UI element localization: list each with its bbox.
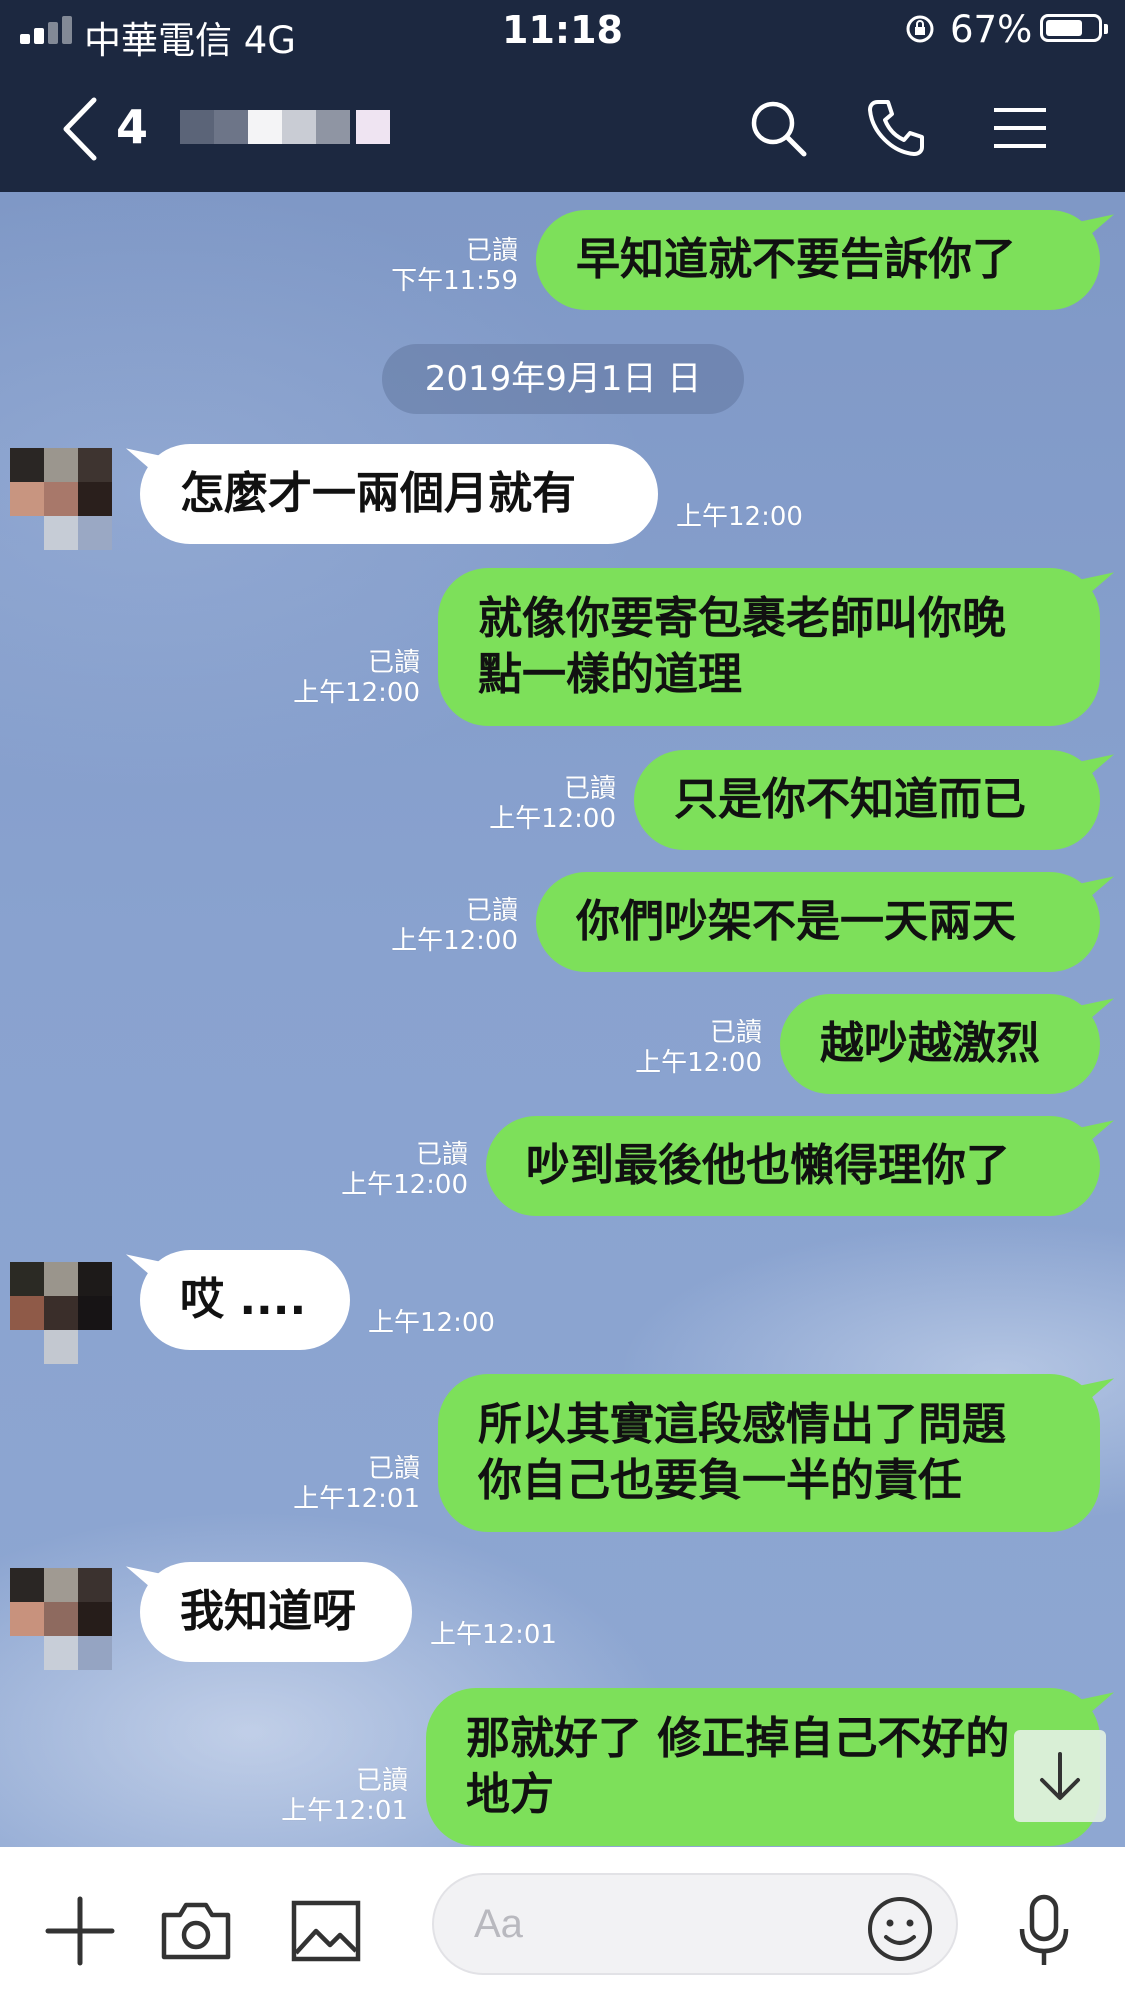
read-receipt: 已讀 bbox=[355, 1766, 408, 1796]
back-icon[interactable] bbox=[56, 94, 106, 164]
read-receipt: 已讀 bbox=[415, 1140, 468, 1170]
message-time: 上午12:00 bbox=[676, 502, 803, 532]
read-receipt: 已讀 bbox=[367, 648, 420, 678]
scroll-to-bottom-button[interactable] bbox=[1014, 1730, 1106, 1822]
read-receipt: 已讀 bbox=[563, 774, 616, 804]
date-separator: 2019年9月1日 日 bbox=[382, 344, 744, 414]
camera-icon[interactable] bbox=[156, 1891, 236, 1971]
message-meta: 已讀 上午12:01 bbox=[268, 1454, 420, 1514]
battery-icon bbox=[1040, 14, 1108, 42]
scroll-down-icon bbox=[1040, 1752, 1080, 1800]
message-meta: 已讀 上午12:01 bbox=[256, 1766, 408, 1826]
avatar[interactable] bbox=[10, 1262, 112, 1364]
message-bubble-outgoing[interactable]: 那就好了 修正掉自己不好的 地方 bbox=[426, 1688, 1100, 1846]
plus-icon[interactable] bbox=[40, 1891, 120, 1971]
message-bubble-incoming[interactable]: 哎 .... bbox=[140, 1250, 350, 1350]
message-meta: 已讀 下午11:59 bbox=[370, 236, 518, 296]
unread-count[interactable]: 4 bbox=[116, 100, 148, 154]
message-time: 上午12:00 bbox=[391, 926, 518, 956]
contact-name-censored bbox=[180, 110, 390, 144]
chat-area[interactable]: 已讀 下午11:59 早知道就不要告訴你了 2019年9月1日 日 怎麼才一兩個… bbox=[0, 192, 1125, 1847]
message-bubble-outgoing[interactable]: 只是你不知道而已 bbox=[634, 750, 1100, 850]
search-icon[interactable] bbox=[746, 96, 810, 160]
message-bubble-outgoing[interactable]: 吵到最後他也懶得理你了 bbox=[486, 1116, 1100, 1216]
message-bubble-outgoing[interactable]: 就像你要寄包裹老師叫你晚 點一樣的道理 bbox=[438, 568, 1100, 726]
message-bubble-outgoing[interactable]: 所以其實這段感情出了問題 你自己也要負一半的責任 bbox=[438, 1374, 1100, 1532]
read-receipt: 已讀 bbox=[465, 236, 518, 266]
message-time: 上午12:00 bbox=[635, 1048, 762, 1078]
menu-icon[interactable] bbox=[988, 96, 1052, 160]
read-receipt: 已讀 bbox=[709, 1018, 762, 1048]
message-bubble-outgoing[interactable]: 你們吵架不是一天兩天 bbox=[536, 872, 1100, 972]
message-meta: 已讀 上午12:00 bbox=[610, 1018, 762, 1078]
message-meta: 已讀 上午12:00 bbox=[464, 774, 616, 834]
avatar[interactable] bbox=[10, 448, 112, 550]
orientation-lock-icon bbox=[906, 15, 934, 43]
message-time: 上午12:00 bbox=[293, 678, 420, 708]
message-time: 上午12:01 bbox=[430, 1620, 557, 1650]
avatar[interactable] bbox=[10, 1568, 112, 1670]
composer-bar: Aa bbox=[0, 1847, 1125, 2001]
message-time: 上午12:01 bbox=[293, 1484, 420, 1514]
message-meta: 已讀 上午12:00 bbox=[268, 648, 420, 708]
message-meta: 已讀 上午12:00 bbox=[366, 896, 518, 956]
image-icon[interactable] bbox=[286, 1891, 366, 1971]
battery-percent: 67% bbox=[950, 8, 1033, 51]
message-bubble-outgoing[interactable]: 早知道就不要告訴你了 bbox=[536, 210, 1100, 310]
message-time: 上午12:00 bbox=[368, 1308, 495, 1338]
top-bar: 中華電信 4G 11:18 67% 4 bbox=[0, 0, 1125, 192]
message-time: 上午12:01 bbox=[281, 1796, 408, 1826]
message-bubble-incoming[interactable]: 我知道呀 bbox=[140, 1562, 412, 1662]
message-time: 上午12:00 bbox=[489, 804, 616, 834]
phone-icon[interactable] bbox=[864, 96, 928, 160]
microphone-icon[interactable] bbox=[1004, 1891, 1084, 1971]
message-bubble-outgoing[interactable]: 越吵越激烈 bbox=[780, 994, 1100, 1094]
read-receipt: 已讀 bbox=[367, 1454, 420, 1484]
read-receipt: 已讀 bbox=[465, 896, 518, 926]
message-meta: 已讀 上午12:00 bbox=[316, 1140, 468, 1200]
message-bubble-incoming[interactable]: 怎麼才一兩個月就有 bbox=[140, 444, 658, 544]
emoji-icon[interactable] bbox=[864, 1893, 936, 1965]
message-time: 上午12:00 bbox=[341, 1170, 468, 1200]
message-time: 下午11:59 bbox=[391, 266, 518, 296]
